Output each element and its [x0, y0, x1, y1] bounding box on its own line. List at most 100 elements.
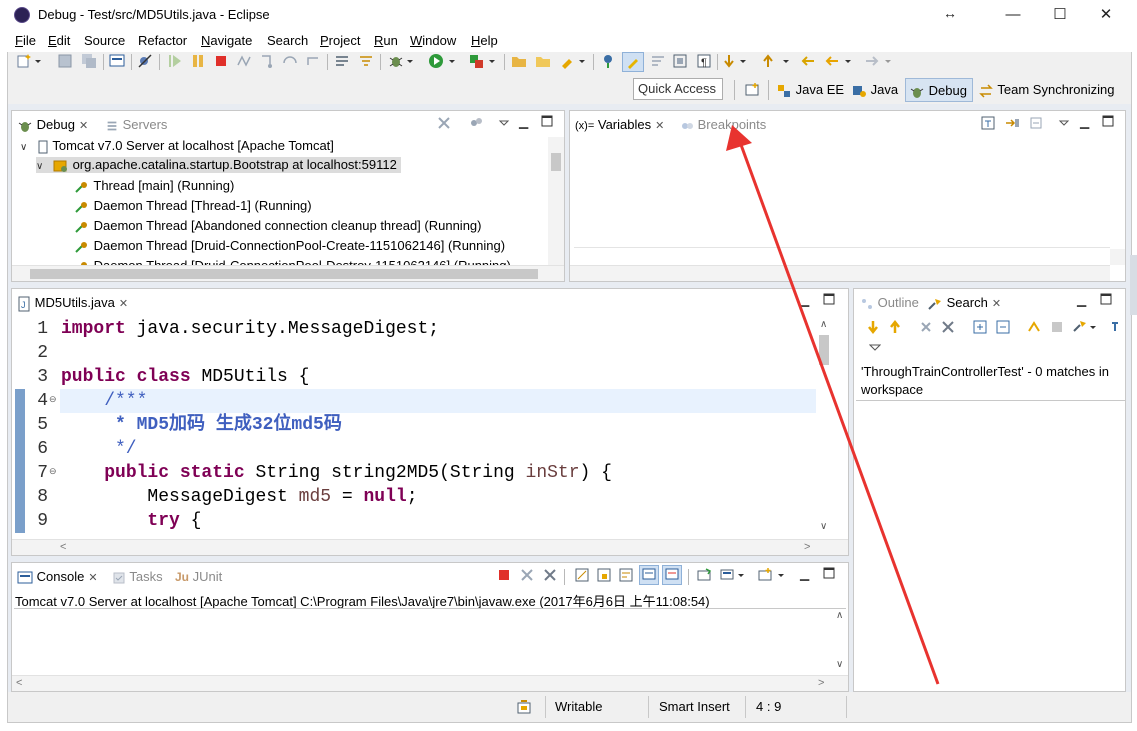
chevron-down-icon[interactable] — [782, 53, 790, 69]
open-type-icon[interactable] — [600, 53, 616, 69]
menu-window[interactable]: Window — [410, 33, 456, 48]
tree-item-tomcat[interactable]: ∨ Tomcat v7.0 Server at localhost [Apach… — [20, 138, 334, 154]
chevron-down-icon[interactable] — [737, 567, 745, 583]
maximize-view-button[interactable] — [1100, 293, 1112, 305]
close-icon[interactable]: ✕ — [88, 572, 97, 584]
chevron-down-icon[interactable] — [777, 567, 785, 583]
maximize-view-button[interactable] — [1102, 115, 1114, 127]
block-selection-icon[interactable] — [672, 53, 688, 69]
tab-junit[interactable]: Ju JUnit — [175, 567, 222, 587]
menu-source[interactable]: Source — [84, 33, 125, 48]
show-whitespace-icon[interactable]: ¶ — [696, 53, 712, 69]
tree-item-thread[interactable]: Daemon Thread [Thread-1] (Running) — [74, 198, 312, 214]
pin-icon[interactable] — [1110, 319, 1120, 335]
resume-icon[interactable] — [166, 53, 182, 69]
next-match-icon[interactable] — [865, 319, 881, 335]
terminate-icon[interactable] — [498, 569, 510, 581]
last-edit-location-icon[interactable] — [800, 53, 816, 69]
minimize-view-button[interactable]: ▁ — [800, 293, 809, 307]
maximize-button[interactable]: ☐ — [1045, 4, 1075, 26]
maximize-view-button[interactable] — [823, 293, 835, 305]
open-console-icon[interactable] — [757, 567, 773, 583]
tree-item-thread[interactable]: Daemon Thread [Druid-ConnectionPool-Crea… — [74, 238, 505, 254]
run-search-again-icon[interactable] — [1026, 319, 1042, 335]
horizontal-scrollbar[interactable] — [570, 265, 1110, 281]
menu-navigate[interactable]: Navigate — [201, 33, 252, 48]
tab-variables[interactable]: (x)= Variables ✕ — [575, 115, 664, 135]
tab-search[interactable]: Search ✕ — [927, 293, 1001, 313]
tab-tasks[interactable]: Tasks — [112, 567, 163, 587]
close-button[interactable]: ✕ — [1091, 4, 1121, 26]
display-console-icon[interactable] — [719, 567, 735, 583]
step-return-icon[interactable] — [305, 53, 321, 69]
cancel-search-icon[interactable] — [1049, 319, 1065, 335]
collapse-all-icon[interactable] — [1029, 115, 1043, 131]
prev-annotation-icon[interactable] — [760, 53, 776, 69]
show-type-names-icon[interactable] — [980, 115, 996, 131]
chevron-down-icon[interactable] — [1089, 319, 1097, 335]
minimize-view-button[interactable]: ▁ — [1080, 115, 1089, 129]
open-perspective-icon[interactable] — [744, 82, 760, 98]
chevron-down-icon[interactable] — [448, 53, 456, 69]
vertical-scrollbar[interactable]: ∧ ∨ — [832, 609, 848, 675]
disconnect-icon[interactable] — [236, 53, 252, 69]
chevron-down-icon[interactable] — [884, 53, 892, 69]
run-icon[interactable] — [428, 53, 444, 69]
pin-console-icon[interactable] — [696, 567, 712, 583]
scrollbar-thumb[interactable] — [819, 335, 829, 365]
code-line[interactable]: import java.security.MessageDigest; — [61, 317, 439, 341]
perspective-debug[interactable]: Debug — [905, 78, 973, 102]
quick-access-input[interactable]: Quick Access — [633, 78, 723, 100]
terminal-icon[interactable] — [109, 53, 125, 69]
word-wrap-icon[interactable] — [650, 53, 666, 69]
new-java-project-icon[interactable] — [511, 53, 527, 69]
code-line[interactable]: * MD5加码 生成32位md5码 — [61, 413, 342, 437]
thread-group-icon[interactable] — [468, 115, 484, 131]
view-menu-icon[interactable] — [869, 344, 881, 352]
code-line[interactable]: public class MD5Utils { — [61, 365, 309, 389]
close-icon[interactable]: ✕ — [79, 120, 88, 132]
search-history-icon[interactable] — [1072, 319, 1088, 335]
menu-edit[interactable]: Edit — [48, 33, 70, 48]
tab-md5utils-java[interactable]: J MD5Utils.java ✕ — [17, 293, 128, 313]
chevron-down-icon[interactable] — [406, 53, 414, 69]
chevron-down-icon[interactable] — [488, 53, 496, 69]
word-wrap-icon[interactable] — [618, 567, 634, 583]
code-line[interactable]: public static String string2MD5(String i… — [61, 461, 612, 485]
view-menu-icon[interactable] — [498, 115, 510, 131]
clear-console-icon[interactable] — [574, 567, 590, 583]
suspend-icon[interactable] — [190, 53, 206, 69]
remove-match-icon[interactable] — [918, 319, 934, 335]
menu-run[interactable]: Run — [374, 33, 398, 48]
open-folder-icon[interactable] — [535, 53, 551, 69]
launch-progress-icon[interactable] — [516, 699, 532, 715]
chevron-down-icon[interactable] — [578, 53, 586, 69]
minimize-view-button[interactable]: ▁ — [1077, 293, 1086, 307]
menu-file[interactable]: File — [15, 33, 36, 48]
close-icon[interactable]: ✕ — [655, 120, 664, 132]
forward-icon[interactable] — [864, 53, 880, 69]
external-tools-icon[interactable] — [468, 53, 484, 69]
scroll-lock-icon[interactable] — [596, 567, 612, 583]
vertical-scrollbar[interactable] — [1110, 249, 1125, 265]
chevron-down-icon[interactable] — [844, 53, 852, 69]
chevron-down-icon[interactable]: ∨ — [20, 142, 27, 153]
horizontal-scrollbar[interactable]: < > — [12, 539, 848, 555]
tree-item-bootstrap[interactable]: ∨ org.apache.catalina.startup.Bootstrap … — [36, 157, 401, 173]
tab-console[interactable]: Console ✕ — [17, 567, 98, 587]
code-line[interactable]: /*** — [61, 389, 147, 413]
save-icon[interactable] — [57, 53, 73, 69]
show-logical-structure-icon[interactable] — [1004, 115, 1020, 131]
remove-terminated-icon[interactable] — [436, 115, 454, 131]
chevron-down-icon[interactable] — [34, 53, 42, 69]
scrollbar-thumb[interactable] — [551, 153, 561, 171]
tab-outline[interactable]: Outline — [860, 293, 919, 313]
step-over-icon[interactable] — [282, 53, 298, 69]
menu-project[interactable]: Project — [320, 33, 360, 48]
tab-debug[interactable]: Debug ✕ — [17, 115, 88, 135]
skip-breakpoints-icon[interactable] — [137, 53, 153, 69]
back-icon[interactable] — [824, 53, 840, 69]
remove-all-terminated-icon[interactable] — [542, 567, 558, 583]
new-class-icon[interactable] — [559, 53, 575, 69]
mark-occurrences-toggle[interactable] — [622, 52, 644, 72]
